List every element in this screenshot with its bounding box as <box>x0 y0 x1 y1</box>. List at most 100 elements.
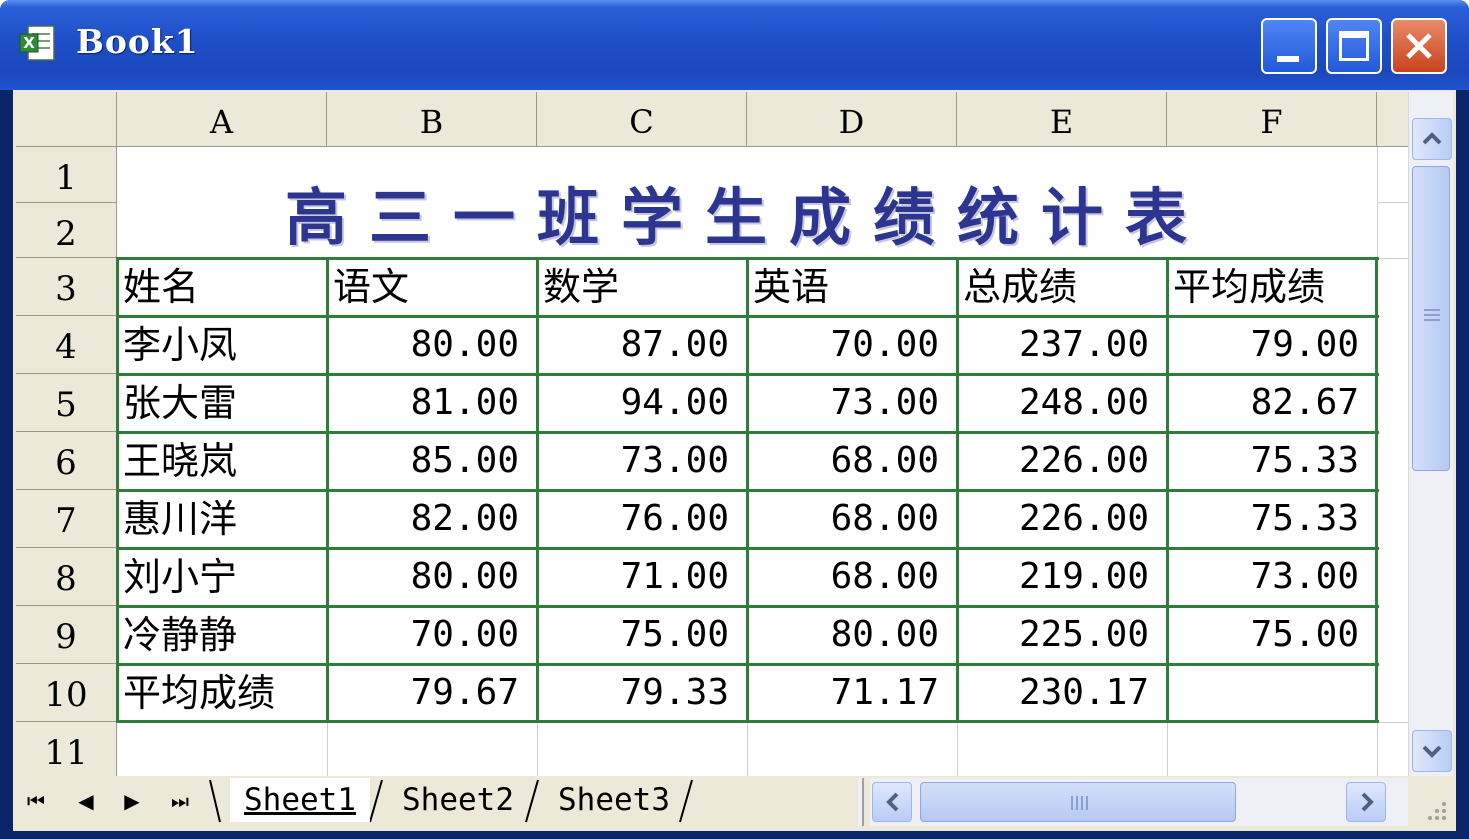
select-all-corner[interactable] <box>16 92 117 147</box>
column-header-a[interactable]: A <box>117 92 327 147</box>
resize-grip[interactable] <box>1410 778 1453 826</box>
table-cell-math[interactable]: 73.00 <box>537 432 747 490</box>
row-header-1[interactable]: 1 <box>16 147 117 203</box>
excel-app-icon[interactable]: X <box>18 24 56 64</box>
minimize-button[interactable] <box>1261 18 1317 74</box>
table-cell-name[interactable]: 冷静静 <box>117 606 327 664</box>
table-cell-math[interactable]: 87.00 <box>537 316 747 374</box>
column-header-f[interactable]: F <box>1167 92 1377 147</box>
row-header-7[interactable]: 7 <box>16 490 117 548</box>
table-column-line <box>536 257 539 723</box>
table-cell-math[interactable]: 94.00 <box>537 374 747 432</box>
chevron-up-icon <box>1422 132 1442 145</box>
header-cell-math[interactable]: 数学 <box>537 258 747 316</box>
scroll-right-button[interactable] <box>1346 782 1386 822</box>
table-cell-total[interactable]: 248.00 <box>957 374 1167 432</box>
tab-split-handle[interactable] <box>862 778 870 826</box>
row-header-11[interactable]: 11 <box>16 722 117 776</box>
table-cell-average[interactable]: 75.33 <box>1167 490 1377 548</box>
header-cell-name[interactable]: 姓名 <box>117 258 327 316</box>
table-cell-total[interactable]: 237.00 <box>957 316 1167 374</box>
svg-text:X: X <box>23 34 35 52</box>
window-title: Book1 <box>76 22 199 61</box>
close-icon <box>1406 33 1432 59</box>
table-cell-math[interactable]: 71.00 <box>537 548 747 606</box>
table-cell-average[interactable]: 73.00 <box>1167 548 1377 606</box>
table-cell-total[interactable]: 225.00 <box>957 606 1167 664</box>
tab-sheet3[interactable]: Sheet3 <box>544 778 684 822</box>
table-cell-math[interactable]: 75.00 <box>537 606 747 664</box>
tab-sheet1[interactable]: Sheet1 <box>230 778 370 822</box>
row-header-9[interactable]: 9 <box>16 606 117 664</box>
table-cell-total[interactable]: 226.00 <box>957 432 1167 490</box>
table-cell-english[interactable]: 68.00 <box>747 432 957 490</box>
table-column-line <box>1166 257 1169 723</box>
table-cell-total[interactable]: 226.00 <box>957 490 1167 548</box>
vertical-scroll-thumb[interactable] <box>1412 166 1450 471</box>
next-sheet-button[interactable]: ▶ <box>116 786 148 816</box>
table-cell-name[interactable]: 王晓岚 <box>117 432 327 490</box>
header-cell-english[interactable]: 英语 <box>747 258 957 316</box>
table-cell-total[interactable]: 230.17 <box>957 664 1167 722</box>
gridline <box>1377 258 1408 259</box>
row-header-10[interactable]: 10 <box>16 664 117 722</box>
table-cell-math[interactable]: 79.33 <box>537 664 747 722</box>
horizontal-scroll-thumb[interactable] <box>920 782 1236 822</box>
table-cell-chinese[interactable]: 70.00 <box>327 606 537 664</box>
column-header-b[interactable]: B <box>327 92 537 147</box>
table-cell-name[interactable]: 李小凤 <box>117 316 327 374</box>
maximize-button[interactable] <box>1326 18 1382 74</box>
table-border-bottom <box>117 720 1379 723</box>
table-cell-name[interactable]: 平均成绩 <box>117 664 327 722</box>
table-cell-english[interactable]: 70.00 <box>747 316 957 374</box>
table-cell-average[interactable]: 79.00 <box>1167 316 1377 374</box>
row-header-8[interactable]: 8 <box>16 548 117 606</box>
column-header-c[interactable]: C <box>537 92 747 147</box>
table-column-line <box>746 257 749 723</box>
scroll-up-button[interactable] <box>1412 118 1452 160</box>
scroll-left-button[interactable] <box>872 782 912 822</box>
table-cell-name[interactable]: 张大雷 <box>117 374 327 432</box>
scroll-down-button[interactable] <box>1412 730 1452 772</box>
header-cell-average[interactable]: 平均成绩 <box>1167 258 1377 316</box>
merged-title-cell[interactable]: 高三一班学生成绩统计表 <box>117 147 1377 258</box>
chevron-right-icon <box>1361 792 1374 812</box>
table-cell-name[interactable]: 惠川洋 <box>117 490 327 548</box>
table-cell-average[interactable]: 82.67 <box>1167 374 1377 432</box>
table-cell-english[interactable]: 68.00 <box>747 490 957 548</box>
table-cell-english[interactable]: 71.17 <box>747 664 957 722</box>
table-cell-chinese[interactable]: 81.00 <box>327 374 537 432</box>
table-cell-chinese[interactable]: 85.00 <box>327 432 537 490</box>
column-header-e[interactable]: E <box>957 92 1167 147</box>
horizontal-scrollbar[interactable] <box>858 778 1408 826</box>
prev-sheet-button[interactable]: ◀ <box>70 786 102 816</box>
row-header-3[interactable]: 3 <box>16 258 117 316</box>
table-cell-english[interactable]: 80.00 <box>747 606 957 664</box>
row-header-4[interactable]: 4 <box>16 316 117 374</box>
vertical-scrollbar[interactable] <box>1408 92 1453 776</box>
table-cell-english[interactable]: 68.00 <box>747 548 957 606</box>
last-sheet-button[interactable]: ⏭ <box>164 786 196 816</box>
close-button[interactable] <box>1391 18 1447 74</box>
row-header-6[interactable]: 6 <box>16 432 117 490</box>
table-cell-average[interactable]: 75.33 <box>1167 432 1377 490</box>
table-cell-chinese[interactable]: 80.00 <box>327 316 537 374</box>
header-cell-chinese[interactable]: 语文 <box>327 258 537 316</box>
column-header-g[interactable] <box>1377 92 1408 147</box>
title-bar[interactable]: X Book1 <box>0 0 1469 90</box>
table-cell-chinese[interactable]: 80.00 <box>327 548 537 606</box>
row-header-2[interactable]: 2 <box>16 203 117 258</box>
table-cell-total[interactable]: 219.00 <box>957 548 1167 606</box>
table-cell-chinese[interactable]: 82.00 <box>327 490 537 548</box>
tab-sheet2[interactable]: Sheet2 <box>388 778 528 822</box>
header-cell-total[interactable]: 总成绩 <box>957 258 1167 316</box>
table-cell-name[interactable]: 刘小宁 <box>117 548 327 606</box>
column-header-d[interactable]: D <box>747 92 957 147</box>
table-cell-english[interactable]: 73.00 <box>747 374 957 432</box>
first-sheet-button[interactable]: ⏮ <box>20 786 52 816</box>
worksheet-grid[interactable]: A B C D E F 1 2 3 4 5 6 7 8 9 10 11 高三一班… <box>16 92 1408 776</box>
table-cell-math[interactable]: 76.00 <box>537 490 747 548</box>
row-header-5[interactable]: 5 <box>16 374 117 432</box>
table-cell-average[interactable]: 75.00 <box>1167 606 1377 664</box>
table-cell-chinese[interactable]: 79.67 <box>327 664 537 722</box>
